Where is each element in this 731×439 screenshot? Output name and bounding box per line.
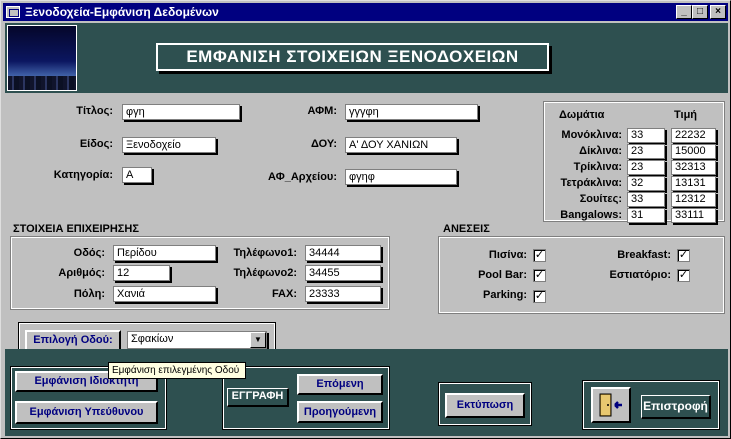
street-combobox-value: Σφακίων <box>131 333 174 345</box>
room-count-field[interactable]: 32 <box>627 176 665 191</box>
business-section-title: ΣΤΟΙΧΕΙΑ ΕΠΙΧΕΙΡΗΣΗΣ <box>11 223 141 235</box>
chevron-down-icon[interactable]: ▼ <box>250 332 266 348</box>
arithmos-field[interactable]: 12 <box>113 265 170 281</box>
room-count-field[interactable]: 33 <box>627 192 665 207</box>
breakfast-checkbox[interactable]: ✓ <box>677 249 690 262</box>
poolbar-label: Pool Bar: <box>478 269 527 281</box>
tel1-label: Τηλέφωνο1: <box>233 247 297 259</box>
eidos-field[interactable]: Ξενοδοχείο <box>122 137 216 153</box>
restaurant-checkbox[interactable]: ✓ <box>677 269 690 282</box>
arithmos-label: Αριθμός: <box>58 267 105 279</box>
street-combobox[interactable]: Σφακίων ▼ <box>127 331 267 349</box>
afm-field[interactable]: γγγφη <box>345 104 478 120</box>
room-price-field[interactable]: 12312 <box>671 192 716 207</box>
room-type-label: Σουίτες: <box>579 193 622 205</box>
return-button[interactable]: Επιστροφή <box>641 395 711 419</box>
room-price-field[interactable]: 13131 <box>671 176 716 191</box>
select-street-button[interactable]: Επιλογή Οδού: <box>25 330 121 351</box>
app-window: Ξενοδοχεία-Εμφάνιση Δεδομένων _ □ × ΕΜΦΑ… <box>0 0 731 439</box>
titlos-label: Τίτλος: <box>76 105 113 117</box>
room-type-label: Bangalows: <box>560 209 622 221</box>
street-tooltip: Εμφάνιση επιλεγμένης Οδού <box>108 362 246 379</box>
poli-field[interactable]: Χανιά <box>113 286 216 302</box>
odos-field[interactable]: Περίδου <box>113 245 216 261</box>
parking-label: Parking: <box>482 289 527 301</box>
room-price-field[interactable]: 33111 <box>671 208 716 223</box>
room-type-label: Τρίκλινα: <box>573 161 622 173</box>
print-button[interactable]: Εκτύπωση <box>445 393 525 418</box>
room-price-field[interactable]: 32313 <box>671 160 716 175</box>
titlos-field[interactable]: φγη <box>122 104 240 120</box>
show-manager-button[interactable]: Εμφάνιση Υπεύθυνου <box>15 401 158 424</box>
record-label: ΕΓΓΡΑΦΗ <box>227 388 289 407</box>
fax-label: FAX: <box>271 288 297 300</box>
pool-checkbox[interactable]: ✓ <box>533 249 546 262</box>
minimize-button[interactable]: _ <box>676 5 692 19</box>
price-column-header: Τιμή <box>674 109 698 121</box>
room-price-field[interactable]: 22232 <box>671 128 716 143</box>
kategoria-label: Κατηγορία: <box>53 169 113 181</box>
room-type-label: Τετράκλινα: <box>560 177 622 189</box>
tel2-field[interactable]: 34455 <box>305 265 381 281</box>
restaurant-label: Εστιατόριο: <box>609 269 671 281</box>
af-archeiou-field[interactable]: φγηφ <box>345 169 457 185</box>
next-record-button[interactable]: Επόμενη <box>297 374 383 395</box>
form-icon[interactable] <box>6 6 20 18</box>
breakfast-label: Breakfast: <box>617 249 671 261</box>
window-title: Ξενοδοχεία-Εμφάνιση Δεδομένων <box>25 5 219 19</box>
pool-label: Πισίνα: <box>488 249 527 261</box>
close-button[interactable]: × <box>710 5 726 19</box>
room-count-field[interactable]: 23 <box>627 144 665 159</box>
title-bar[interactable]: Ξενοδοχεία-Εμφάνιση Δεδομένων _ □ × <box>3 3 728 21</box>
room-count-field[interactable]: 23 <box>627 160 665 175</box>
kategoria-field[interactable]: Α <box>122 167 152 183</box>
room-type-label: Μονόκλινα: <box>561 129 622 141</box>
doy-label: ΔΟΥ: <box>310 138 337 150</box>
previous-record-button[interactable]: Προηγούμενη <box>297 401 383 423</box>
rooms-column-header: Δωμάτια <box>559 109 605 121</box>
tel2-label: Τηλέφωνο2: <box>233 267 297 279</box>
fax-field[interactable]: 23333 <box>305 286 381 302</box>
doy-field[interactable]: Α' ΔΟΥ ΧΑΝΙΩΝ <box>345 137 457 153</box>
room-count-field[interactable]: 31 <box>627 208 665 223</box>
exit-door-icon[interactable] <box>591 387 631 423</box>
room-price-field[interactable]: 15000 <box>671 144 716 159</box>
odos-label: Οδός: <box>73 247 105 259</box>
maximize-button[interactable]: □ <box>692 5 708 19</box>
tel1-field[interactable]: 34444 <box>305 245 381 261</box>
eidos-label: Είδος: <box>79 138 113 150</box>
poli-label: Πόλη: <box>73 288 105 300</box>
room-type-label: Δίκλινα: <box>579 145 622 157</box>
amenities-section-title: ΑΝΕΣΕΙΣ <box>441 223 492 235</box>
afm-label: ΑΦΜ: <box>307 105 337 117</box>
parking-checkbox[interactable]: ✓ <box>533 290 546 303</box>
poolbar-checkbox[interactable]: ✓ <box>533 269 546 282</box>
room-count-field[interactable]: 33 <box>627 128 665 143</box>
af-archeiou-label: ΑΦ_Αρχείου: <box>268 171 337 183</box>
page-title: ΕΜΦΑΝΙΣΗ ΣΤΟΙΧΕΙΩΝ ΞΕΝΟΔΟΧΕΙΩΝ <box>156 43 549 71</box>
night-city-image <box>7 25 77 91</box>
